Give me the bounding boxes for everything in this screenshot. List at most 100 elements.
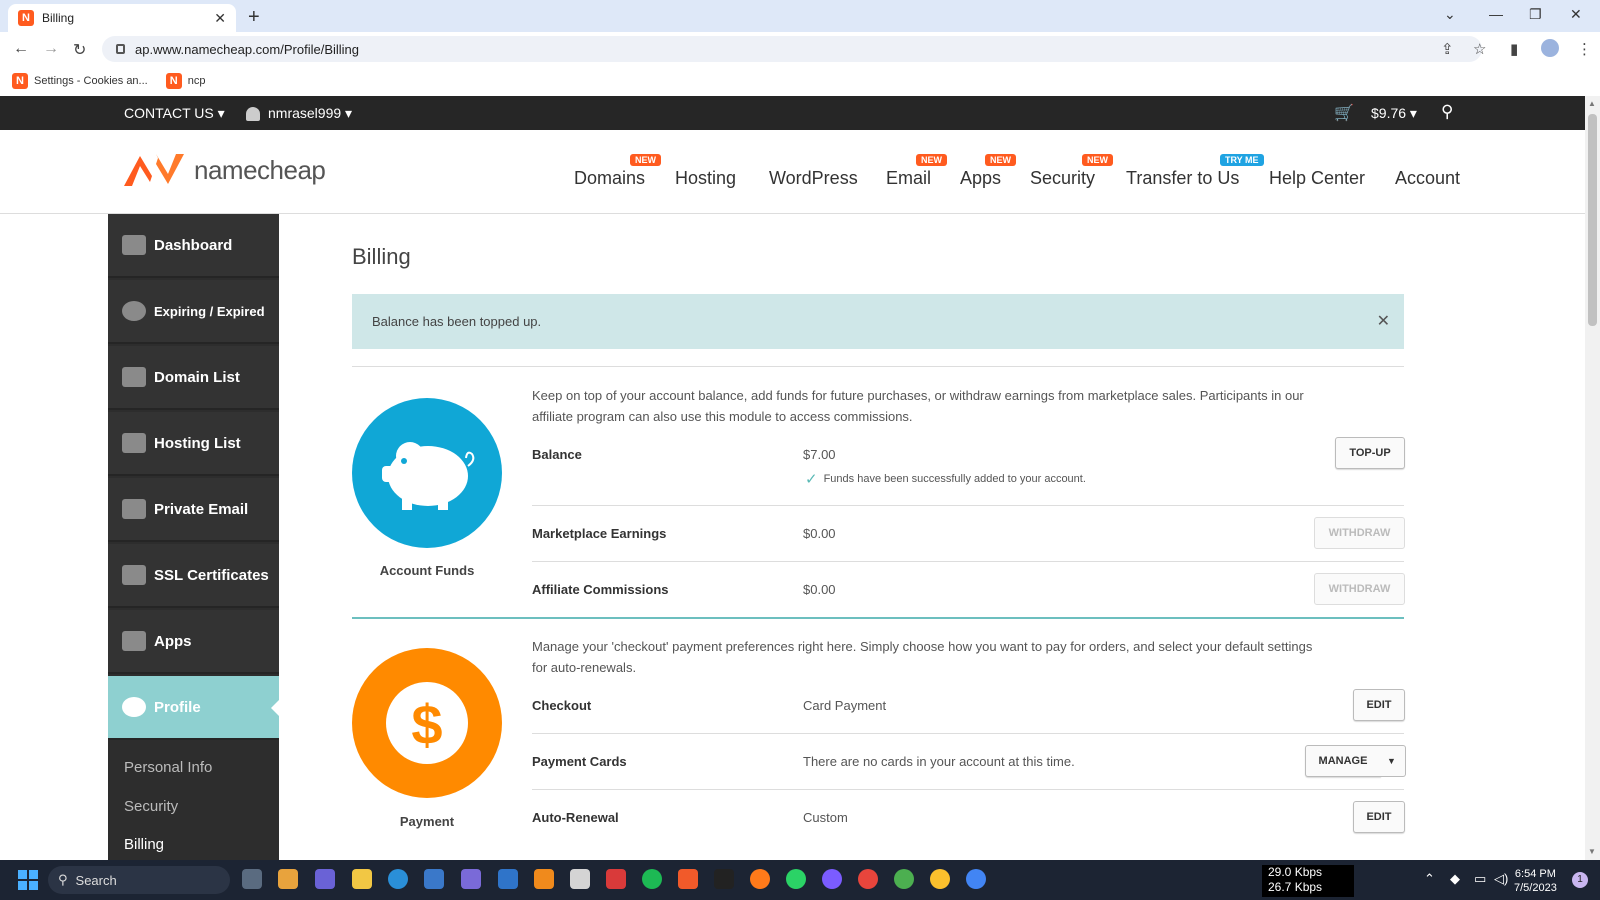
nav-wordpress[interactable]: WordPress [769,168,858,189]
section-divider [352,366,1404,367]
nav-hosting[interactable]: Hosting [675,168,736,189]
file-explorer-icon[interactable] [352,869,372,889]
chrome-icon[interactable] [858,869,878,889]
nav-email[interactable]: Email [886,168,931,189]
sidebar-item-apps[interactable]: Apps [108,610,279,674]
scroll-up-icon[interactable]: ▲ [1588,99,1596,108]
page-scrollbar[interactable]: ▲ ▼ [1585,96,1600,860]
messenger-icon[interactable] [822,869,842,889]
close-icon[interactable]: ✕ [1377,311,1390,331]
taskbar-search[interactable]: ⚲ Search [48,866,230,894]
user-menu[interactable]: nmrasel999 ▾ [246,105,352,122]
task-view-icon[interactable] [242,869,262,889]
system-clock[interactable]: 6:54 PM 7/5/2023 [1514,867,1557,895]
share-icon[interactable]: ⇪ [1441,40,1454,58]
username: nmrasel999 ▾ [268,105,353,121]
anydesk-icon[interactable] [606,869,626,889]
nav-account[interactable]: Account [1395,168,1460,189]
sidebar-item-private-email[interactable]: Private Email [108,478,279,542]
withdraw-commissions-button[interactable]: WITHDRAW [1314,573,1405,605]
sidebar-item-hosting-list[interactable]: Hosting List [108,412,279,476]
sidebar-subitem-security[interactable]: Security [124,798,178,815]
cart-total[interactable]: $9.76 ▾ [1371,105,1417,122]
network-icon[interactable]: ▭ [1474,871,1486,887]
url-field[interactable]: ap.www.namecheap.com/Profile/Billing [102,36,1482,62]
profile-avatar-icon[interactable] [1541,39,1559,57]
browser-menu-icon[interactable]: ⋮ [1577,40,1592,58]
bookmark-settings-cookies[interactable]: N Settings - Cookies an... [12,73,148,89]
sidebar-item-ssl-certificates[interactable]: SSL Certificates [108,544,279,608]
snipping-tool-icon[interactable] [570,869,590,889]
chrome-profile-icon[interactable] [894,869,914,889]
bookmark-star-icon[interactable]: ☆ [1473,40,1486,58]
padlock-icon [122,565,146,585]
app-icon[interactable] [461,869,481,889]
account-funds-label: Account Funds [379,563,475,578]
manage-cards-button[interactable]: MANAGE [1305,745,1381,777]
nav-help-center[interactable]: Help Center [1269,168,1365,189]
back-icon[interactable]: ← [13,40,29,58]
sidebar-subitem-billing[interactable]: Billing [124,836,164,853]
sidebar-subitem-personal-info[interactable]: Personal Info [124,759,212,776]
sidebar-item-profile[interactable]: Profile [108,676,279,740]
scrollbar-thumb[interactable] [1588,114,1597,326]
nav-transfer-to-us[interactable]: Transfer to Us [1126,168,1239,189]
marketplace-earnings-label: Marketplace Earnings [532,526,667,541]
edit-auto-renewal-button[interactable]: EDIT [1353,801,1405,833]
widgets-icon[interactable] [278,869,298,889]
svg-text:$: $ [411,693,442,756]
new-tab-icon[interactable]: + [248,6,260,29]
edit-checkout-button[interactable]: EDIT [1353,689,1405,721]
chevron-up-icon[interactable]: ⌃ [1424,871,1435,887]
restore-icon[interactable]: ❐ [1529,6,1542,23]
nav-domains[interactable]: Domains [574,168,645,189]
close-window-icon[interactable]: ✕ [1570,6,1582,23]
chrome-profile-icon[interactable] [930,869,950,889]
search-app-icon[interactable] [534,869,554,889]
whatsapp-icon[interactable] [786,869,806,889]
affiliate-commissions-value: $0.00 [803,582,836,597]
nav-badge-domains: NEW [630,154,661,166]
checkout-value: Card Payment [803,698,887,713]
namecheap-logo[interactable]: namecheap [122,152,326,188]
edge-icon[interactable] [388,869,408,889]
sidebar-item-expiring[interactable]: Expiring / Expired [108,280,279,344]
bookmark-ncp[interactable]: N ncp [165,73,205,89]
notification-badge[interactable]: 1 [1572,872,1588,888]
spotify-icon[interactable] [642,869,662,889]
payment-cards-label: Payment Cards [532,754,627,769]
reload-icon[interactable]: ↻ [73,40,86,60]
sidebar-item-dashboard[interactable]: Dashboard [108,214,279,278]
tray-app-icon[interactable]: ◆ [1450,871,1460,887]
close-tab-icon[interactable]: ✕ [214,10,226,27]
chart-app-icon[interactable] [714,869,734,889]
tab-search-chevron-icon[interactable]: ⌄ [1444,6,1456,23]
nav-badge-email: NEW [916,154,947,166]
chevron-down-icon[interactable]: ▼ [1378,745,1406,777]
browser-tab[interactable]: N Billing ✕ [8,4,236,32]
chrome-active-icon[interactable] [966,869,986,889]
notepad-icon[interactable] [498,869,518,889]
store-icon[interactable] [424,869,444,889]
network-speed-widget: 29.0 Kbps 26.7 Kbps [1262,865,1354,897]
firefox-icon[interactable] [750,869,770,889]
funds-intro: Keep on top of your account balance, add… [532,388,1304,424]
withdraw-earnings-button[interactable]: WITHDRAW [1314,517,1405,549]
search-icon[interactable]: ⚲ [1441,102,1453,122]
volume-icon[interactable]: ◁) [1494,871,1508,887]
brave-icon[interactable] [678,869,698,889]
scroll-down-icon[interactable]: ▼ [1588,847,1596,856]
contact-us-menu[interactable]: CONTACT US ▾ [124,105,225,122]
minimize-icon[interactable]: — [1489,6,1503,22]
teams-icon[interactable] [315,869,335,889]
nav-security[interactable]: Security [1030,168,1095,189]
forward-icon[interactable]: → [43,40,59,58]
sidebar-item-label: Expiring / Expired [154,303,265,319]
sidebar-item-domain-list[interactable]: Domain List [108,346,279,410]
nav-apps[interactable]: Apps [960,168,1001,189]
url-text: ap.www.namecheap.com/Profile/Billing [135,41,359,57]
side-panel-icon[interactable]: ▮ [1510,40,1518,58]
windows-start-icon[interactable] [18,870,38,890]
top-up-button[interactable]: TOP-UP [1335,437,1405,469]
cart-icon[interactable]: 🛒 [1334,103,1354,123]
